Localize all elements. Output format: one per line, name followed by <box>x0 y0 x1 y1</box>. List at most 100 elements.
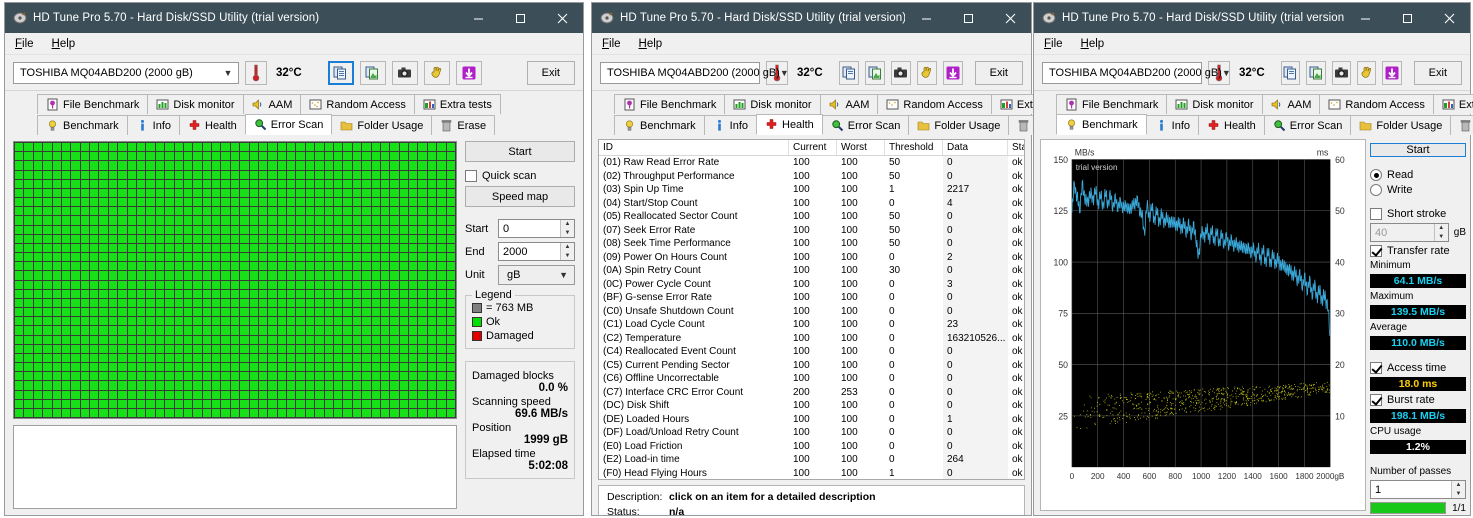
unit-select[interactable]: gB ▼ <box>498 265 575 285</box>
menu-help[interactable]: Help <box>1081 38 1105 50</box>
close-icon[interactable] <box>541 3 583 33</box>
tab-extra-tests[interactable]: Extra tests <box>414 94 501 114</box>
exit-button[interactable]: Exit <box>1414 61 1462 85</box>
tab-aam[interactable]: AAM <box>1262 94 1321 114</box>
tab-benchmark[interactable]: Benchmark <box>37 115 128 135</box>
tab-info[interactable]: Info <box>704 115 757 135</box>
table-row[interactable]: (C5) Current Pending Sector10010000ok <box>599 359 1024 373</box>
tab-random-access[interactable]: Random Access <box>877 94 991 114</box>
table-row[interactable]: (C4) Reallocated Event Count10010000ok <box>599 345 1024 359</box>
quick-scan-row[interactable]: Quick scan <box>465 170 575 182</box>
start-stepper[interactable]: ▲▼ <box>560 220 574 237</box>
tab-row-2[interactable]: Benchmark Info Health Error Scan Folder … <box>1040 114 1466 135</box>
hand-icon[interactable] <box>424 61 450 85</box>
table-row[interactable]: (0C) Power Cycle Count10010003ok <box>599 278 1024 292</box>
toolbar[interactable]: TOSHIBA MQ04ABD200 (2000 gB) ▼ 32°C Exit <box>1034 55 1470 91</box>
tab-file-benchmark[interactable]: File Benchmark <box>1056 94 1167 114</box>
burst-rate-checkbox[interactable] <box>1370 394 1382 406</box>
menu-help[interactable]: Help <box>639 38 663 50</box>
tab-row-2[interactable]: Benchmark Info Health Error Scan Folder … <box>11 114 579 135</box>
transfer-rate-checkbox[interactable] <box>1370 245 1382 257</box>
copy-image-icon[interactable] <box>865 61 885 85</box>
menu-file[interactable]: File <box>602 38 621 50</box>
exit-button[interactable]: Exit <box>975 61 1023 85</box>
tab-benchmark[interactable]: Benchmark <box>1056 114 1147 135</box>
table-row[interactable]: (01) Raw Read Error Rate100100500ok <box>599 156 1024 170</box>
read-radio-row[interactable]: Read <box>1370 169 1466 181</box>
hand-icon[interactable] <box>1357 61 1376 85</box>
start-button[interactable]: Start <box>465 141 575 162</box>
tab-folder-usage[interactable]: Folder Usage <box>331 115 432 135</box>
tab-health[interactable]: Health <box>756 114 823 135</box>
short-stroke-row[interactable]: Short stroke <box>1370 208 1466 220</box>
window-error-scan[interactable]: HD Tune Pro 5.70 - Hard Disk/SSD Utility… <box>4 2 584 516</box>
maximize-icon[interactable] <box>499 3 541 33</box>
passes-input[interactable]: 1 ▲▼ <box>1370 480 1466 499</box>
tab-aam[interactable]: AAM <box>243 94 302 114</box>
copy-icon[interactable] <box>328 61 354 85</box>
drive-select[interactable]: TOSHIBA MQ04ABD200 (2000 gB) ▼ <box>13 62 239 84</box>
table-row[interactable]: (C2) Temperature1001000163210526...ok <box>599 332 1024 346</box>
write-radio[interactable] <box>1370 184 1382 196</box>
temperature-indicator[interactable] <box>245 61 267 85</box>
start-button[interactable]: Start <box>1370 143 1466 157</box>
window-controls[interactable] <box>905 3 1031 33</box>
table-row[interactable]: (05) Reallocated Sector Count100100500ok <box>599 210 1024 224</box>
tab-health[interactable]: Health <box>179 115 246 135</box>
minimize-icon[interactable] <box>457 3 499 33</box>
tab-error-scan[interactable]: Error Scan <box>822 115 910 135</box>
menu-help[interactable]: Help <box>52 38 76 50</box>
table-row[interactable]: (DC) Disk Shift10010000ok <box>599 399 1024 413</box>
tab-extra-tests[interactable]: Extra tests <box>1433 94 1473 114</box>
short-stroke-value-row[interactable]: 40 ▲▼ gB <box>1370 223 1466 242</box>
tab-file-benchmark[interactable]: File Benchmark <box>37 94 148 114</box>
minimize-icon[interactable] <box>905 3 947 33</box>
table-row[interactable]: (09) Power On Hours Count10010002ok <box>599 251 1024 265</box>
tab-aam[interactable]: AAM <box>820 94 879 114</box>
error-scan-block-grid[interactable] <box>13 141 457 419</box>
tab-bar[interactable]: File Benchmark Disk monitor AAM Random A… <box>1034 91 1470 135</box>
minimize-icon[interactable] <box>1344 3 1386 33</box>
error-scan-controls[interactable]: Start Quick scan Speed map Start 0 ▲▼ <box>463 135 583 515</box>
close-icon[interactable] <box>989 3 1031 33</box>
menubar[interactable]: File Help <box>1034 33 1470 55</box>
start-input[interactable]: 0 ▲▼ <box>498 219 575 238</box>
short-stroke-checkbox[interactable] <box>1370 208 1382 220</box>
titlebar[interactable]: HD Tune Pro 5.70 - Hard Disk/SSD Utility… <box>5 3 583 33</box>
table-row[interactable]: (C6) Offline Uncorrectable10010000ok <box>599 372 1024 386</box>
passes-stepper[interactable]: ▲▼ <box>1451 481 1465 498</box>
start-field-row[interactable]: Start 0 ▲▼ <box>465 219 575 238</box>
unit-field-row[interactable]: Unit gB ▼ <box>465 265 575 285</box>
maximize-icon[interactable] <box>1386 3 1428 33</box>
toolbar[interactable]: TOSHIBA MQ04ABD200 (2000 gB) ▼ 32°C Exit <box>592 55 1031 91</box>
tab-disk-monitor[interactable]: Disk monitor <box>147 94 243 114</box>
end-stepper[interactable]: ▲▼ <box>560 243 574 260</box>
tab-error-scan[interactable]: Error Scan <box>245 114 333 135</box>
end-input[interactable]: 2000 ▲▼ <box>498 242 575 261</box>
table-row[interactable]: (0A) Spin Retry Count100100300ok <box>599 264 1024 278</box>
maximize-icon[interactable] <box>947 3 989 33</box>
drive-select[interactable]: TOSHIBA MQ04ABD200 (2000 gB) ▼ <box>600 62 760 84</box>
toolbar[interactable]: TOSHIBA MQ04ABD200 (2000 gB) ▼ 32°C <box>5 55 583 91</box>
table-row[interactable]: (F0) Head Flying Hours10010010ok <box>599 467 1024 480</box>
table-row[interactable]: (04) Start/Stop Count10010004ok <box>599 197 1024 211</box>
drive-select[interactable]: TOSHIBA MQ04ABD200 (2000 gB) ▼ <box>1042 62 1202 84</box>
tab-folder-usage[interactable]: Folder Usage <box>908 115 1009 135</box>
menu-file[interactable]: File <box>1044 38 1063 50</box>
table-row[interactable]: (DE) Loaded Hours10010001ok <box>599 413 1024 427</box>
tab-health[interactable]: Health <box>1198 115 1265 135</box>
table-row[interactable]: (C1) Load Cycle Count100100023ok <box>599 318 1024 332</box>
titlebar[interactable]: HD Tune Pro 5.70 - Hard Disk/SSD Utility… <box>1034 3 1470 33</box>
menubar[interactable]: File Help <box>592 33 1031 55</box>
table-row[interactable]: (02) Throughput Performance100100500ok <box>599 170 1024 184</box>
tab-folder-usage[interactable]: Folder Usage <box>1350 115 1451 135</box>
speed-map-button[interactable]: Speed map <box>465 186 575 207</box>
burst-rate-row[interactable]: Burst rate <box>1370 394 1466 406</box>
download-icon[interactable] <box>943 61 963 85</box>
hand-icon[interactable] <box>917 61 937 85</box>
smart-table[interactable]: ID Current Worst Threshold Data Status (… <box>598 139 1025 480</box>
window-controls[interactable] <box>457 3 583 33</box>
tab-bar[interactable]: File Benchmark Disk monitor AAM Random A… <box>592 91 1031 135</box>
tab-random-access[interactable]: Random Access <box>300 94 414 114</box>
close-icon[interactable] <box>1428 3 1470 33</box>
